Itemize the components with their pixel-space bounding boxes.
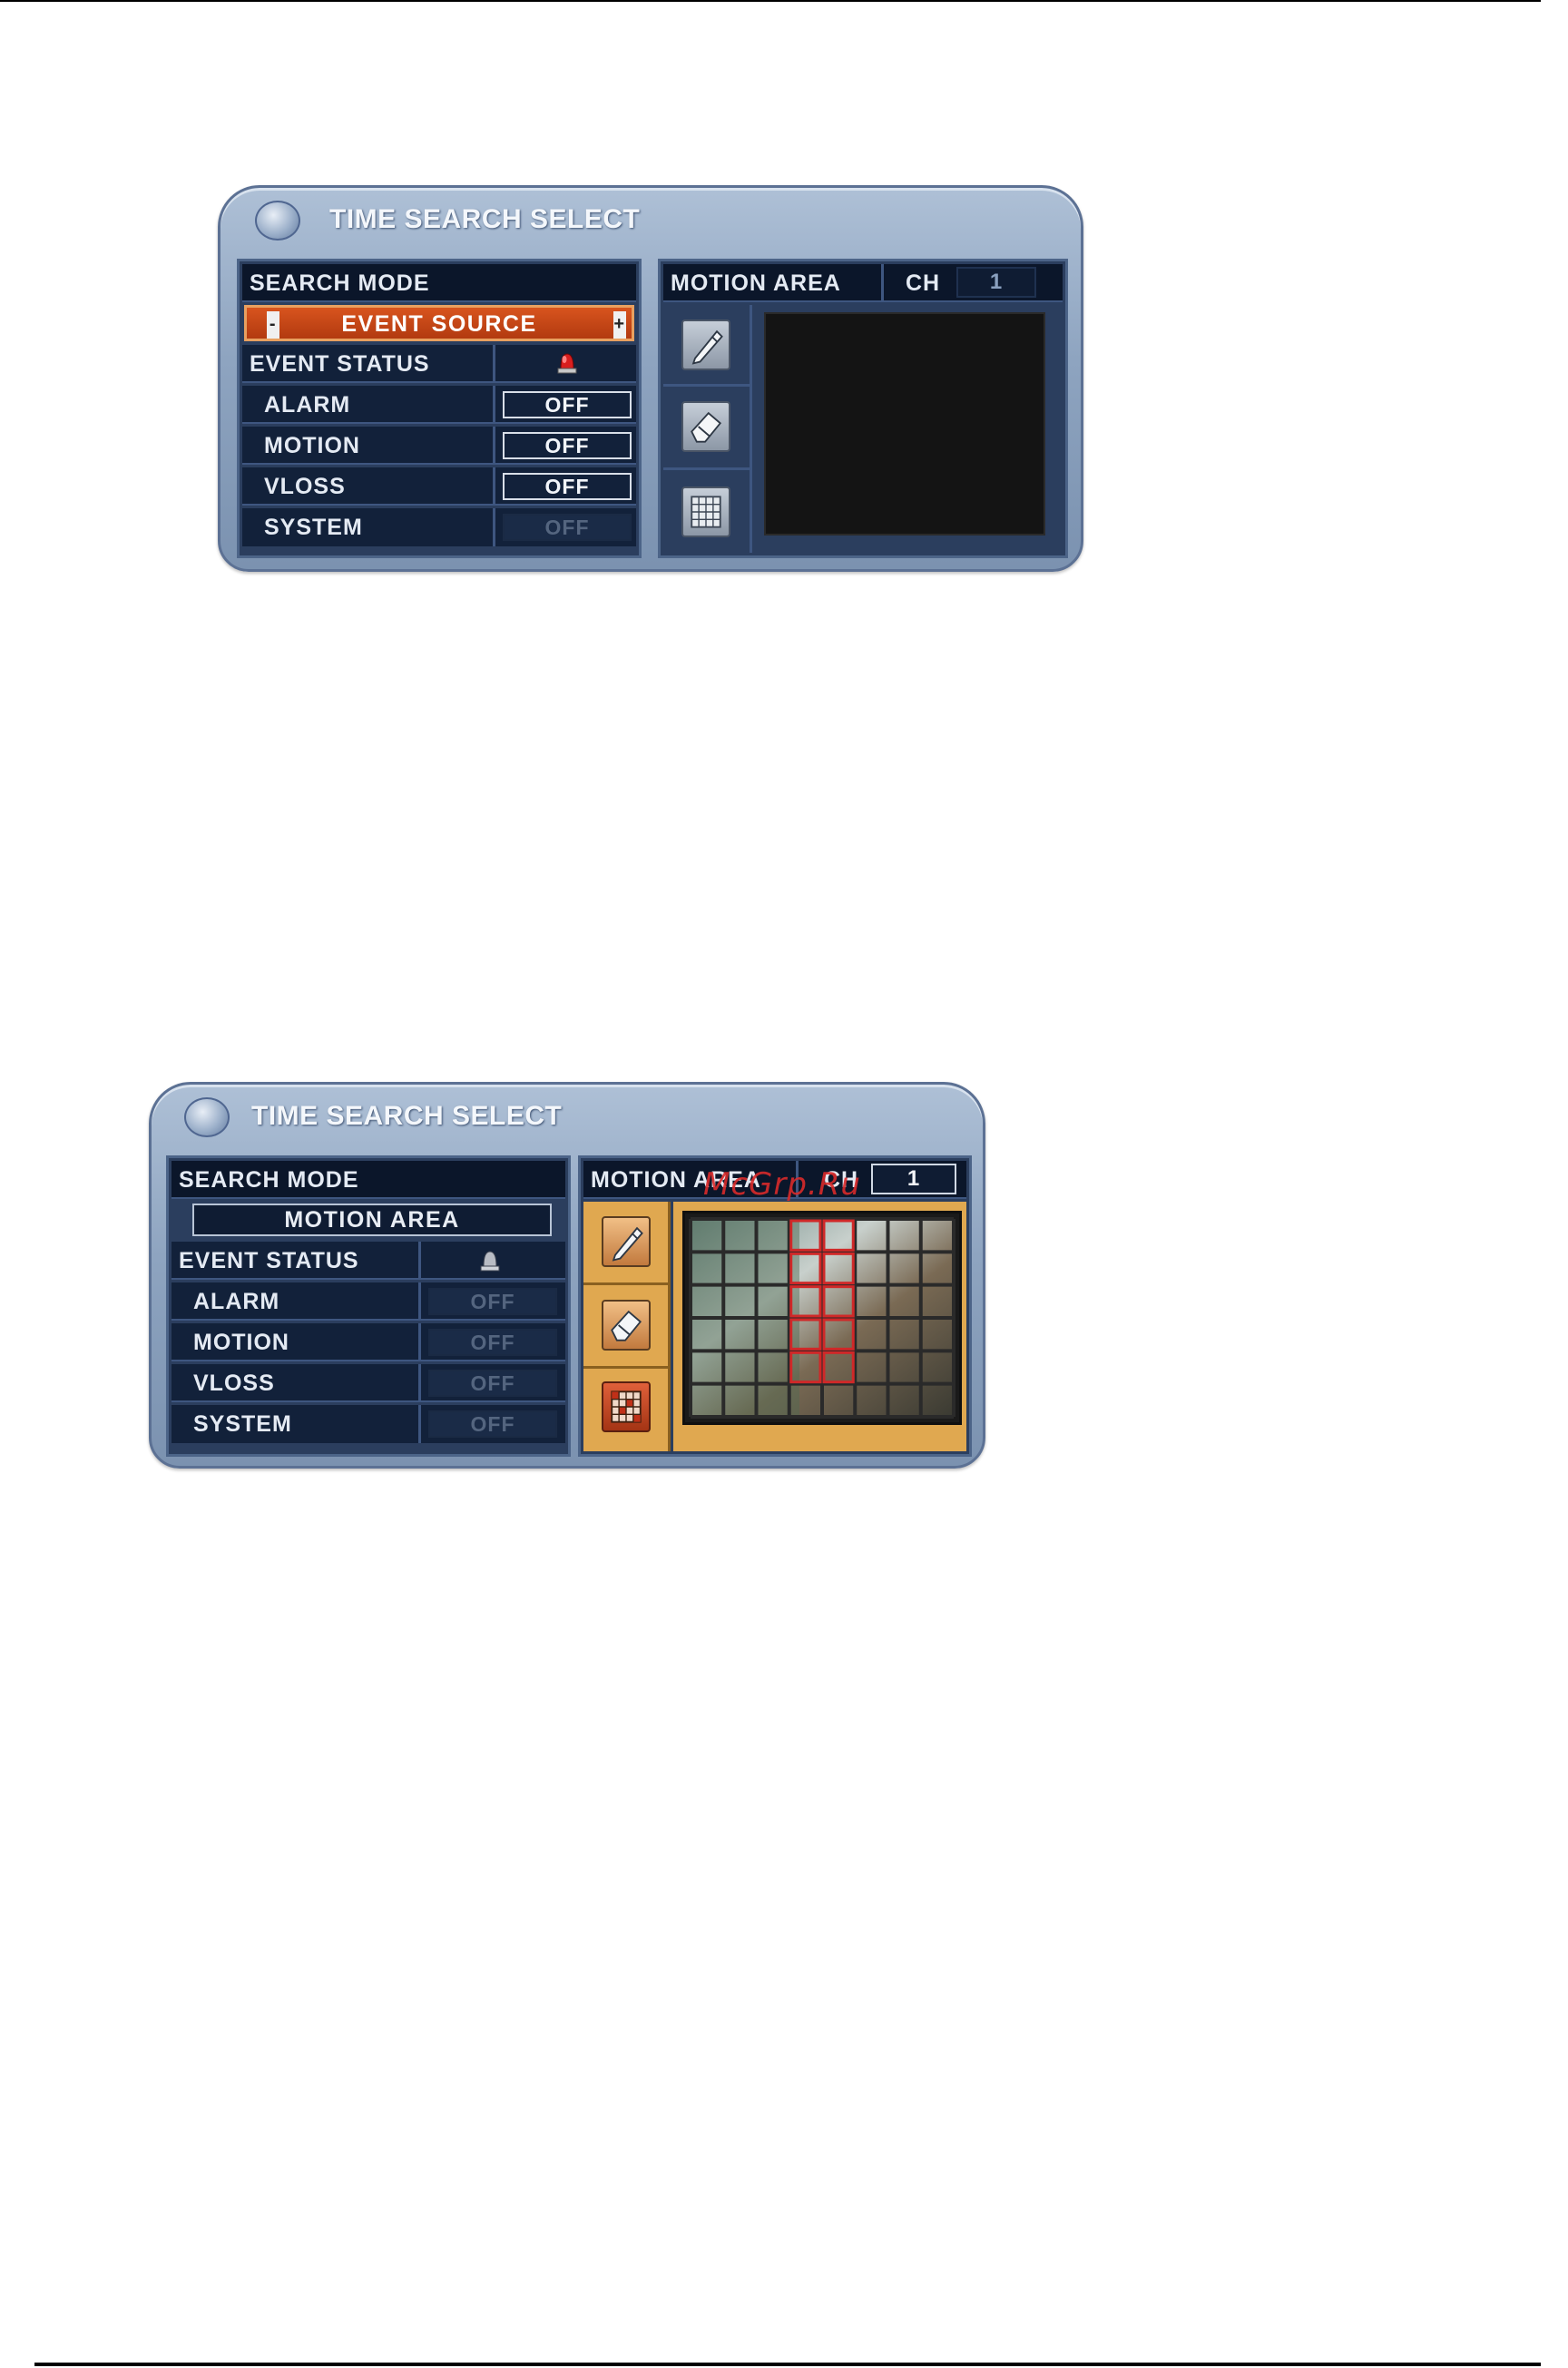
system-toggle: OFF [503, 514, 632, 541]
vloss-toggle: OFF [428, 1370, 557, 1397]
top-rule [0, 0, 1541, 2]
eraser-icon [611, 1310, 642, 1341]
search-mode-label: SEARCH MODE [250, 270, 430, 296]
search-mode-value: EVENT SOURCE [341, 311, 537, 337]
dialog-title: TIME SEARCH SELECT [329, 204, 641, 234]
motion-area-preview[interactable] [682, 1211, 962, 1425]
tool-column [663, 305, 752, 553]
time-search-dialog-event-source: TIME SEARCH SELECT SEARCH MODE - EVENT S… [218, 185, 1083, 572]
motion-row: MOTION OFF [242, 427, 636, 465]
erase-tool-button[interactable] [602, 1300, 651, 1351]
channel-label: CH [906, 270, 941, 296]
alarm-toggle: OFF [428, 1288, 557, 1315]
dialog-title: TIME SEARCH SELECT [251, 1101, 563, 1131]
channel-selector[interactable]: 1 [871, 1164, 956, 1194]
motion-area-label: MOTION AREA [671, 270, 841, 296]
grid-tool-button[interactable] [681, 486, 730, 537]
bottom-rule [34, 2363, 1541, 2366]
search-mode-header: SEARCH MODE [242, 264, 636, 302]
vloss-label: VLOSS [264, 474, 346, 499]
event-settings-panel: SEARCH MODE - EVENT SOURCE + EVENT STATU… [237, 259, 642, 558]
search-mode-value: MOTION AREA [284, 1207, 460, 1233]
increment-button[interactable]: + [613, 311, 626, 339]
motion-area-panel: MOTION AREA CH 1 [658, 259, 1068, 558]
title-knob-icon [184, 1097, 230, 1137]
search-mode-selector[interactable]: - EVENT SOURCE + [244, 305, 634, 341]
pencil-icon [612, 1226, 643, 1262]
watermark: McGrp.Ru [703, 1166, 861, 1203]
pencil-icon [691, 329, 723, 365]
system-row: SYSTEM OFF [242, 508, 636, 546]
alarm-label: ALARM [193, 1289, 280, 1314]
decrement-button[interactable]: - [267, 311, 279, 339]
vloss-label: VLOSS [193, 1371, 275, 1396]
grid-icon [611, 1390, 642, 1423]
system-label: SYSTEM [193, 1411, 292, 1437]
alarm-row: ALARM OFF [242, 386, 636, 424]
alarm-label: ALARM [264, 392, 351, 418]
erase-tool-button[interactable] [681, 401, 730, 452]
event-status-row: EVENT STATUS [242, 345, 636, 383]
alarm-row: ALARM OFF [172, 1282, 565, 1321]
system-toggle: OFF [428, 1410, 557, 1438]
search-mode-header: SEARCH MODE [172, 1161, 565, 1199]
dialog-titlebar: TIME SEARCH SELECT [152, 1085, 983, 1150]
search-mode-selector[interactable]: MOTION AREA [192, 1204, 552, 1236]
motion-label: MOTION [264, 433, 360, 458]
grid-tool-button[interactable] [602, 1381, 651, 1432]
alarm-light-icon [557, 353, 577, 374]
event-status-row: EVENT STATUS [172, 1242, 565, 1280]
grid-icon [691, 496, 721, 528]
motion-grid[interactable] [685, 1213, 959, 1422]
event-status-cell [493, 345, 636, 381]
event-status-cell [418, 1242, 565, 1278]
motion-area-preview[interactable] [764, 312, 1045, 536]
search-mode-label: SEARCH MODE [179, 1167, 359, 1193]
motion-toggle[interactable]: OFF [503, 432, 632, 459]
draw-tool-button[interactable] [602, 1216, 651, 1267]
event-status-label: EVENT STATUS [179, 1248, 359, 1273]
title-knob-icon [255, 201, 300, 241]
motion-toggle: OFF [428, 1329, 557, 1356]
event-status-label: EVENT STATUS [250, 351, 430, 377]
event-settings-panel: SEARCH MODE MOTION AREA EVENT STATUS ALA… [166, 1155, 571, 1457]
draw-tool-button[interactable] [681, 319, 730, 370]
tool-column [583, 1202, 671, 1451]
eraser-icon [691, 411, 722, 443]
channel-selector[interactable]: 1 [956, 267, 1036, 298]
alarm-toggle[interactable]: OFF [503, 391, 632, 418]
motion-row: MOTION OFF [172, 1323, 565, 1361]
vloss-row: VLOSS OFF [242, 467, 636, 506]
motion-label: MOTION [193, 1330, 289, 1355]
system-label: SYSTEM [264, 515, 363, 540]
dialog-titlebar: TIME SEARCH SELECT [220, 188, 1081, 253]
vloss-toggle[interactable]: OFF [503, 473, 632, 500]
motion-area-header: MOTION AREA CH 1 [663, 264, 1063, 302]
vloss-row: VLOSS OFF [172, 1364, 565, 1402]
time-search-dialog-motion-area: TIME SEARCH SELECT SEARCH MODE MOTION AR… [149, 1082, 985, 1469]
bell-icon [480, 1251, 500, 1272]
system-row: SYSTEM OFF [172, 1405, 565, 1443]
